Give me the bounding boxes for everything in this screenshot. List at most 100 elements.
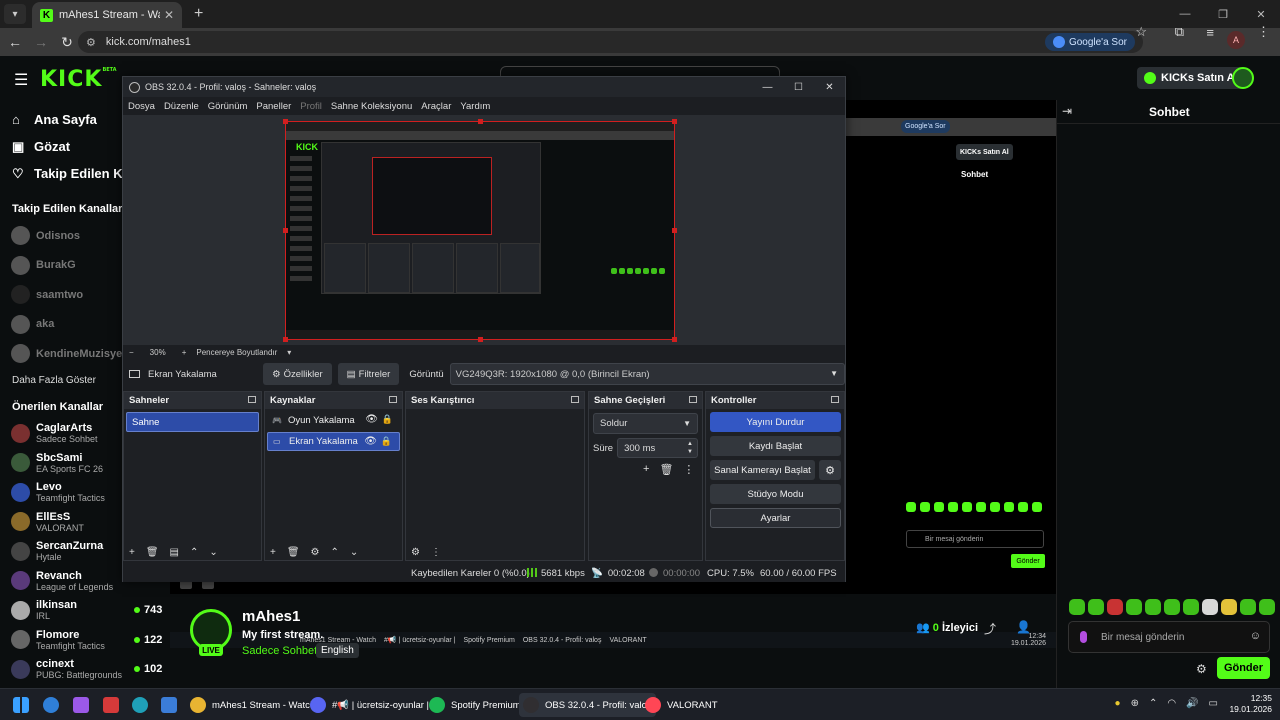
mic-icon[interactable] (1080, 631, 1087, 643)
copilot-icon[interactable] (73, 697, 89, 713)
minimize-button[interactable]: — (1166, 0, 1204, 28)
resize-handle[interactable] (478, 119, 483, 124)
taskbar-app[interactable]: Spotify Premium (429, 693, 521, 717)
resize-handle[interactable] (283, 228, 288, 233)
profile-avatar[interactable]: A (1227, 31, 1245, 49)
send-button[interactable]: Gönder (1217, 657, 1270, 679)
menu-tools[interactable]: Araçlar (421, 101, 451, 112)
resize-handle[interactable] (672, 337, 677, 342)
resize-handle[interactable] (283, 119, 288, 124)
extensions-icon[interactable]: ⧉ (1175, 24, 1184, 40)
add-icon[interactable]: + (270, 547, 276, 558)
site-info-icon[interactable]: ⚙ (86, 36, 96, 49)
collapse-chat-icon[interactable]: ⇥ (1062, 104, 1072, 118)
emote[interactable] (1107, 599, 1123, 615)
forward-button[interactable]: → (28, 34, 54, 50)
menu-docks[interactable]: Paneller (256, 101, 291, 112)
virtual-camera-button[interactable]: Sanal Kamerayı Başlat (710, 460, 815, 480)
taskbar-app[interactable]: VALORANT (645, 693, 718, 717)
share-icon[interactable]: ⤴ (984, 620, 996, 637)
resize-handle[interactable] (478, 337, 483, 342)
duration-input[interactable]: 300 ms ▲ ▼ (617, 438, 698, 458)
menu-view[interactable]: Görünüm (208, 101, 248, 112)
video-player[interactable]: Google'a Sor KICKs Satın Al Sohbet Bir m… (846, 100, 1056, 578)
advanced-audio-icon[interactable]: ⚙ (411, 547, 420, 558)
zoom-in-button[interactable]: + (182, 348, 187, 357)
new-tab-button[interactable]: + (194, 5, 203, 23)
widget-icon[interactable] (103, 697, 119, 713)
down-icon[interactable]: ⌄ (209, 547, 217, 558)
chevron-up-icon[interactable]: ⌃ (1149, 698, 1157, 709)
reload-button[interactable]: ↻ (54, 34, 80, 51)
menu-icon[interactable]: ☰ (14, 70, 28, 90)
volume-icon[interactable]: 🔊 (1186, 698, 1198, 709)
recommended-channel[interactable]: ilkinsan IRL 743 (0, 596, 170, 626)
edge-icon[interactable] (132, 697, 148, 713)
menu-scene-collection[interactable]: Sahne Koleksiyonu (331, 101, 412, 112)
fit-to-window[interactable]: Pencereye Boyutlandır (196, 348, 277, 357)
studio-mode-button[interactable]: Stüdyo Modu (710, 484, 841, 504)
lock-icon[interactable]: 🔒 (381, 436, 392, 447)
chat-settings-icon[interactable]: ⚙ (1196, 662, 1207, 676)
eye-icon[interactable]: 👁 (364, 436, 377, 447)
battery-icon[interactable]: ▭ (1209, 698, 1218, 709)
source-item[interactable]: ▭ Ekran Yakalama 👁 🔒 (267, 432, 400, 451)
undock-icon[interactable] (248, 396, 256, 403)
search-icon[interactable] (43, 697, 59, 713)
follow-icon[interactable]: 👤 (1016, 620, 1031, 634)
emote[interactable] (1145, 599, 1161, 615)
stepper-icon[interactable]: ▲ ▼ (687, 440, 693, 456)
emote[interactable] (1069, 599, 1085, 615)
trash-icon[interactable]: 🗑 (146, 547, 159, 558)
settings-button[interactable]: Ayarlar (710, 508, 841, 528)
wifi-icon[interactable]: ◠ (1167, 698, 1176, 709)
emote[interactable] (1183, 599, 1199, 615)
zoom-out-button[interactable]: − (129, 348, 134, 357)
add-icon[interactable]: + (129, 547, 135, 558)
filters-button[interactable]: ▤ Filtreler (337, 363, 400, 385)
undock-icon[interactable] (689, 396, 697, 403)
taskbar-app[interactable]: #📢 | ücretsiz-oyunlar | (310, 693, 429, 717)
more-icon[interactable]: ⋮ (431, 547, 441, 558)
emote[interactable] (1164, 599, 1180, 615)
bookmark-star-icon[interactable]: ☆ (1135, 24, 1147, 40)
buy-kicks-button[interactable]: KICKs Satın Al (1137, 67, 1245, 89)
display-select[interactable]: VG249Q3R: 1920x1080 @ 0,0 (Birincil Ekra… (449, 363, 845, 385)
menu-file[interactable]: Dosya (128, 101, 155, 112)
emote[interactable] (1202, 599, 1218, 615)
tab-search-button[interactable]: ▾ (4, 4, 26, 24)
undock-icon[interactable] (389, 396, 397, 403)
gear-icon[interactable]: ⚙ (311, 547, 320, 558)
address-bar[interactable]: ⚙ kick.com/mahes1 Google'a Sor (78, 31, 1143, 53)
undock-icon[interactable] (831, 396, 839, 403)
obs-minimize-button[interactable]: — (752, 77, 783, 97)
language-tag[interactable]: English (316, 643, 359, 658)
back-button[interactable]: ← (2, 34, 28, 50)
up-icon[interactable]: ⌃ (331, 547, 339, 558)
resize-handle[interactable] (672, 228, 677, 233)
lock-icon[interactable]: 🔒 (382, 414, 393, 425)
emote[interactable] (1221, 599, 1237, 615)
close-tab-icon[interactable]: ✕ (164, 8, 174, 22)
gear-icon[interactable]: ⚙ (819, 460, 841, 480)
menu-profile[interactable]: Profil (300, 101, 322, 112)
emoji-icon[interactable]: ☺ (1250, 630, 1261, 642)
obs-maximize-button[interactable]: ☐ (783, 77, 814, 97)
stream-category[interactable]: Sadece Sohbet (242, 645, 317, 657)
user-avatar[interactable] (1232, 67, 1254, 89)
browser-menu-icon[interactable]: ⋮ (1257, 24, 1270, 40)
scene-item[interactable]: Sahne (126, 412, 259, 432)
trash-icon[interactable]: 🗑 (287, 547, 300, 558)
clock[interactable]: 12:35 19.01.2026 (1229, 693, 1272, 715)
transition-select[interactable]: Soldur ▼ (593, 413, 698, 434)
emote[interactable] (1259, 599, 1275, 615)
kick-logo[interactable]: KICKBETA (40, 67, 117, 92)
reading-list-icon[interactable]: ≡ (1206, 25, 1214, 40)
down-icon[interactable]: ⌄ (350, 547, 358, 558)
undock-icon[interactable] (571, 396, 579, 403)
menu-edit[interactable]: Düzenle (164, 101, 199, 112)
zoom-dropdown-icon[interactable]: ▾ (287, 348, 291, 357)
chat-input[interactable]: Bir mesaj gönderin ☺ (1068, 621, 1270, 653)
emote[interactable] (1240, 599, 1256, 615)
start-icon[interactable] (13, 697, 29, 713)
